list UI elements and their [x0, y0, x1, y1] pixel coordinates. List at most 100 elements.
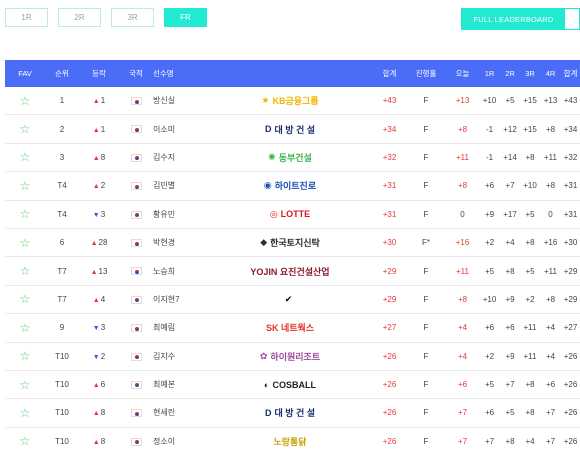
today-score: +8 [457, 124, 468, 134]
round1-score: +7 [484, 436, 495, 446]
player-name[interactable]: 방신실 [153, 95, 207, 106]
nation-cell [119, 380, 153, 389]
header-rank: 순위 [55, 69, 69, 78]
total-score: +34 [382, 124, 397, 134]
rank-cell: T7 [57, 266, 67, 276]
header-r1: 1R [484, 69, 495, 78]
player-name[interactable]: 이소미 [153, 124, 207, 135]
round1-score: +2 [484, 351, 495, 361]
player-name[interactable]: 박현경 [153, 237, 207, 248]
table-row[interactable]: ☆ T7 ▲13 노승희 YOJIN 요진건설산업 +29 F +11 +5 +8 +5 +11 +29 [5, 257, 580, 286]
arrow-up-icon: ▲ [92, 126, 100, 134]
favorite-star-icon[interactable]: ☆ [5, 94, 45, 108]
move-cell: ▲2 [79, 181, 119, 190]
move-cell: ▲4 [79, 295, 119, 304]
round-tab-2r[interactable]: 2R [58, 8, 101, 27]
nation-cell [119, 408, 153, 418]
arrow-up-icon: ▲ [92, 296, 100, 304]
player-name[interactable]: 김민별 [153, 180, 207, 191]
nation-cell [119, 238, 153, 248]
table-row[interactable]: ☆ T10 ▲8 현세린 D 대 방 건 설 +26 F +7 +6 +5 +8 +7 +26 [5, 399, 580, 428]
favorite-star-icon[interactable]: ☆ [5, 150, 45, 164]
round2-score: +7 [505, 380, 515, 390]
total-score: +26 [382, 351, 397, 361]
aggregate-score: +32 [563, 152, 578, 162]
table-row[interactable]: ☆ T7 ▲4 이지현7 ✔ +29 F +8 +10 +9 +2 +8 +29 [5, 286, 580, 315]
favorite-star-icon[interactable]: ☆ [5, 378, 45, 392]
round-tab-1r[interactable]: 1R [5, 8, 48, 27]
today-score: +16 [455, 238, 470, 248]
move-cell: ▼2 [79, 352, 119, 361]
table-row[interactable]: ☆ 9 ▼3 최예림 SK 네트웍스 +27 F +4 +6 +6 +11 +4 +27 [5, 314, 580, 343]
favorite-star-icon[interactable]: ☆ [5, 264, 45, 278]
player-name[interactable]: 이지현7 [153, 294, 207, 305]
sponsor-logo: SK 네트웍스 [266, 321, 314, 334]
full-leaderboard-button[interactable]: FULL LEADERBOARD [462, 9, 565, 29]
round-tab-fr[interactable]: FR [164, 8, 207, 27]
round3-score: +8 [525, 152, 535, 162]
round4-score: +16 [543, 238, 558, 248]
nation-cell [119, 181, 153, 191]
thru-holes: F [423, 408, 429, 418]
favorite-star-icon[interactable]: ☆ [5, 321, 45, 335]
round-tab-3r[interactable]: 3R [111, 8, 154, 27]
table-body: ☆ 1 ▲1 방신실 ★ KB금융그룹 +43 F +13 +10 +5 +15 +13 +43 ☆ 2 ▲1 이… [5, 87, 580, 450]
table-row[interactable]: ☆ 3 ▲8 김수지 ✺ 동부건설 +32 F +11 -1 +14 +8 +11 +32 [5, 144, 580, 173]
table-row[interactable]: ☆ T10 ▲8 정소이 노랑통닭 +26 F +7 +7 +8 +4 +7 +26 [5, 428, 580, 450]
player-name[interactable]: 최예림 [153, 322, 207, 333]
round2-score: +8 [505, 266, 515, 276]
move-value: 2 [100, 181, 106, 191]
move-cell: ▲1 [79, 96, 119, 105]
arrow-up-icon: ▲ [90, 240, 98, 248]
round2-score: +7 [505, 181, 515, 191]
round2-score: +4 [505, 238, 515, 248]
player-name[interactable]: 최예본 [153, 379, 207, 390]
thru-holes: F [423, 209, 429, 219]
player-name[interactable]: 김수지 [153, 152, 207, 163]
korea-flag-icon [130, 239, 142, 248]
favorite-star-icon[interactable]: ☆ [5, 207, 45, 221]
aggregate-score: +31 [563, 181, 578, 191]
table-row[interactable]: ☆ T4 ▼3 황유민 ◎ LOTTE +31 F 0 +9 +17 +5 0 +31 [5, 201, 580, 229]
round3-score: +8 [525, 408, 535, 418]
favorite-star-icon[interactable]: ☆ [5, 406, 45, 420]
table-row[interactable]: ☆ 1 ▲1 방신실 ★ KB금융그룹 +43 F +13 +10 +5 +15 +13 +43 [5, 87, 580, 116]
table-row[interactable]: ☆ 6 ▲28 박현경 ◆ 한국토지신탁 +30 F* +16 +2 +4 +8 +16 +30 [5, 229, 580, 258]
sponsor-mark-icon: ◎ [269, 208, 278, 219]
favorite-star-icon[interactable]: ☆ [5, 236, 45, 250]
arrow-up-icon: ▲ [90, 268, 98, 276]
move-value: 1 [100, 124, 106, 134]
thru-holes: F [423, 181, 429, 191]
aggregate-score: +26 [563, 408, 578, 418]
round2-score: +6 [505, 323, 515, 333]
sponsor-cell: ★ KB금융그룹 [207, 94, 373, 107]
aggregate-score: +26 [563, 351, 578, 361]
thru-holes: F [423, 380, 429, 390]
aggregate-score: +43 [563, 96, 578, 106]
rank-cell: T7 [57, 294, 67, 304]
round1-score: +10 [482, 294, 497, 304]
favorite-star-icon[interactable]: ☆ [5, 179, 45, 193]
favorite-star-icon[interactable]: ☆ [5, 292, 45, 306]
round-tabs: 1R 2R 3R FR [5, 8, 207, 27]
sponsor-mark-icon: D [264, 407, 272, 418]
player-name[interactable]: 정소이 [153, 436, 207, 447]
table-row[interactable]: ☆ T10 ▼2 김지수 ✿ 하이원리조트 +26 F +4 +2 +9 +11 +4 +26 [5, 343, 580, 371]
favorite-star-icon[interactable]: ☆ [5, 349, 45, 363]
player-name[interactable]: 김지수 [153, 351, 207, 362]
sponsor-name: 대 방 건 설 [274, 124, 316, 135]
today-score: +8 [457, 181, 468, 191]
favorite-star-icon[interactable]: ☆ [5, 122, 45, 136]
player-name[interactable]: 황유민 [153, 209, 207, 220]
round4-score: +11 [544, 152, 557, 162]
move-cell: ▲6 [79, 380, 119, 389]
player-name[interactable]: 현세린 [153, 407, 207, 418]
round1-score: -1 [485, 152, 494, 162]
table-row[interactable]: ☆ 2 ▲1 이소미 D 대 방 건 설 +34 F +8 -1 +12 +15 +8 +34 [5, 115, 580, 144]
total-score: +30 [382, 238, 397, 248]
table-row[interactable]: ☆ T4 ▲2 김민별 ◉ 하이트진로 +31 F +8 +6 +7 +10 +8 +31 [5, 172, 580, 201]
table-row[interactable]: ☆ T10 ▲6 최예본 ◐ COSBALL +26 F +6 +5 +7 +8 +6 +26 [5, 371, 580, 400]
favorite-star-icon[interactable]: ☆ [5, 434, 45, 448]
player-name[interactable]: 노승희 [153, 266, 207, 277]
move-value: 6 [100, 380, 106, 390]
